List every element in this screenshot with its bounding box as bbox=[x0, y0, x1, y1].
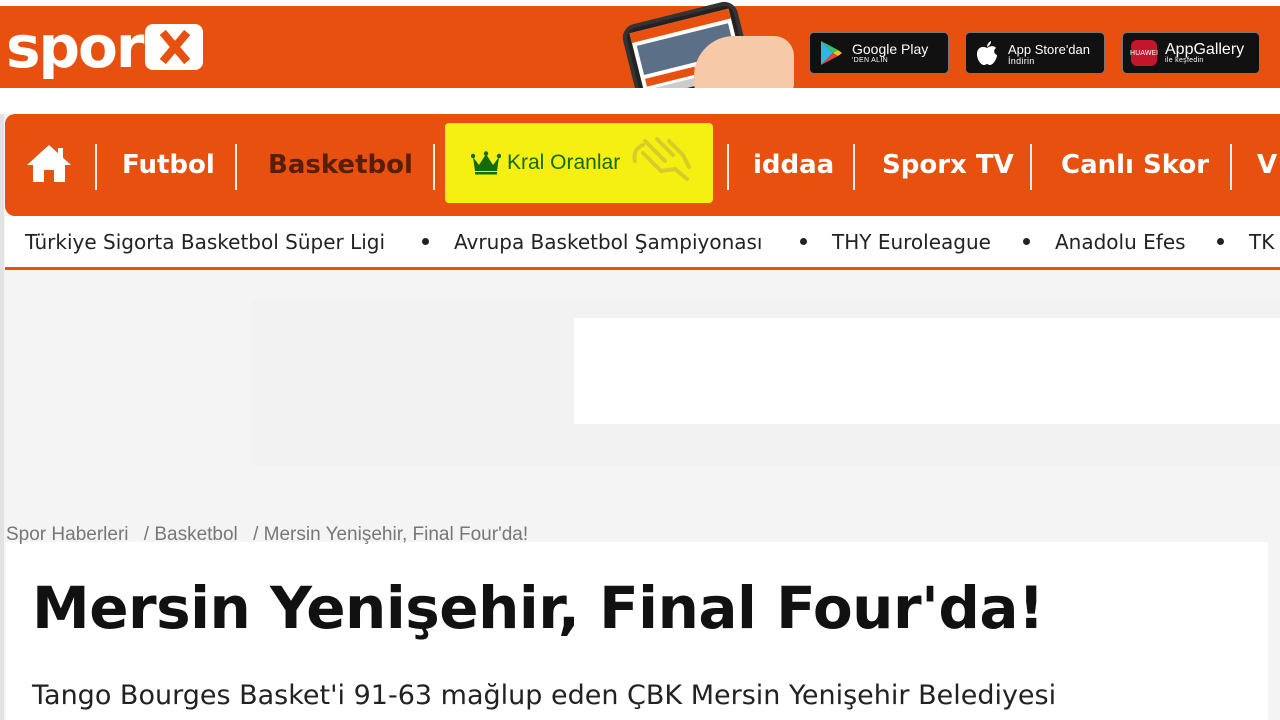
subnav-bullet bbox=[1217, 238, 1224, 245]
app-gallery-sublabel: ile keşfedin bbox=[1165, 56, 1204, 64]
nav-separator bbox=[853, 144, 855, 190]
crown-icon bbox=[470, 151, 502, 175]
subnav-bullet bbox=[1023, 238, 1030, 245]
logo-text: spor bbox=[6, 13, 144, 81]
subnav-avrupa-sampiyonasi[interactable]: Avrupa Basketbol Şampiyonası bbox=[454, 230, 762, 254]
subnav-tk[interactable]: TK bbox=[1249, 230, 1274, 254]
article-lead: Tango Bourges Basket'i 91-63 mağlup eden… bbox=[32, 680, 1057, 711]
ad-slot[interactable] bbox=[574, 318, 1280, 424]
logo-x-icon bbox=[144, 24, 203, 70]
google-play-sublabel: 'DEN ALIN bbox=[852, 56, 888, 64]
subnav-bullet bbox=[422, 238, 429, 245]
breadcrumb-spor-haberleri[interactable]: Spor Haberleri bbox=[6, 524, 129, 545]
article-title: Mersin Yenişehir, Final Four'da! bbox=[32, 574, 1044, 642]
kral-oranlar-button[interactable]: Kral Oranlar bbox=[445, 123, 713, 203]
sub-nav: Türkiye Sigorta Basketbol Süper Ligi Avr… bbox=[5, 216, 1280, 270]
google-play-label: Google Play bbox=[852, 40, 929, 57]
app-store-sublabel: İndirin bbox=[1008, 55, 1035, 66]
breadcrumb-basketbol[interactable]: / Basketbol bbox=[144, 524, 238, 545]
left-edge bbox=[0, 88, 4, 720]
subnav-super-lig[interactable]: Türkiye Sigorta Basketbol Süper Ligi bbox=[25, 230, 385, 254]
nav-separator bbox=[433, 144, 435, 190]
nav-separator bbox=[1030, 144, 1032, 190]
subnav-anadolu-efes[interactable]: Anadolu Efes bbox=[1055, 230, 1186, 254]
huawei-icon: HUAWEI bbox=[1130, 40, 1158, 66]
nav-separator bbox=[235, 144, 237, 190]
nav-futbol[interactable]: Futbol bbox=[122, 148, 215, 182]
google-play-icon bbox=[818, 40, 844, 66]
app-gallery-label: AppGallery bbox=[1165, 40, 1245, 58]
sporx-logo[interactable]: spor bbox=[6, 14, 203, 80]
kral-oranlar-label: Kral Oranlar bbox=[507, 151, 621, 174]
nav-separator bbox=[95, 144, 97, 190]
top-header: spor Google Play 'DEN ALIN App Store'dan… bbox=[0, 0, 1280, 108]
nav-canli-skor[interactable]: Canlı Skor bbox=[1061, 148, 1209, 182]
nav-separator bbox=[727, 144, 729, 190]
nav-separator bbox=[1230, 144, 1232, 190]
subnav-bullet bbox=[800, 238, 807, 245]
subnav-euroleague[interactable]: THY Euroleague bbox=[832, 230, 991, 254]
nav-more-item[interactable]: V bbox=[1257, 148, 1277, 182]
main-nav: Futbol Basketbol Kral Oranlar iddaa Spor… bbox=[5, 114, 1280, 216]
hand-image bbox=[694, 36, 794, 94]
article-container: Mersin Yenişehir, Final Four'da! Tango B… bbox=[6, 542, 1268, 720]
breadcrumb-current: / Mersin Yenişehir, Final Four'da! bbox=[253, 524, 529, 545]
google-play-button[interactable]: Google Play 'DEN ALIN bbox=[809, 32, 949, 74]
pointer-hand-icon bbox=[631, 133, 701, 189]
home-icon[interactable] bbox=[25, 142, 73, 186]
nav-iddaa[interactable]: iddaa bbox=[753, 148, 834, 182]
app-store-label: App Store'dan bbox=[1008, 41, 1090, 57]
app-gallery-button[interactable]: HUAWEI AppGallery ile keşfedin bbox=[1122, 32, 1260, 74]
nav-sporx-tv[interactable]: Sporx TV bbox=[882, 148, 1014, 182]
header-spacer bbox=[0, 88, 1280, 114]
breadcrumb: Spor Haberleri / Basketbol / Mersin Yeni… bbox=[6, 524, 538, 546]
app-store-button[interactable]: App Store'dan İndirin bbox=[965, 32, 1105, 74]
apple-icon bbox=[974, 40, 1000, 66]
nav-basketbol[interactable]: Basketbol bbox=[268, 148, 413, 182]
